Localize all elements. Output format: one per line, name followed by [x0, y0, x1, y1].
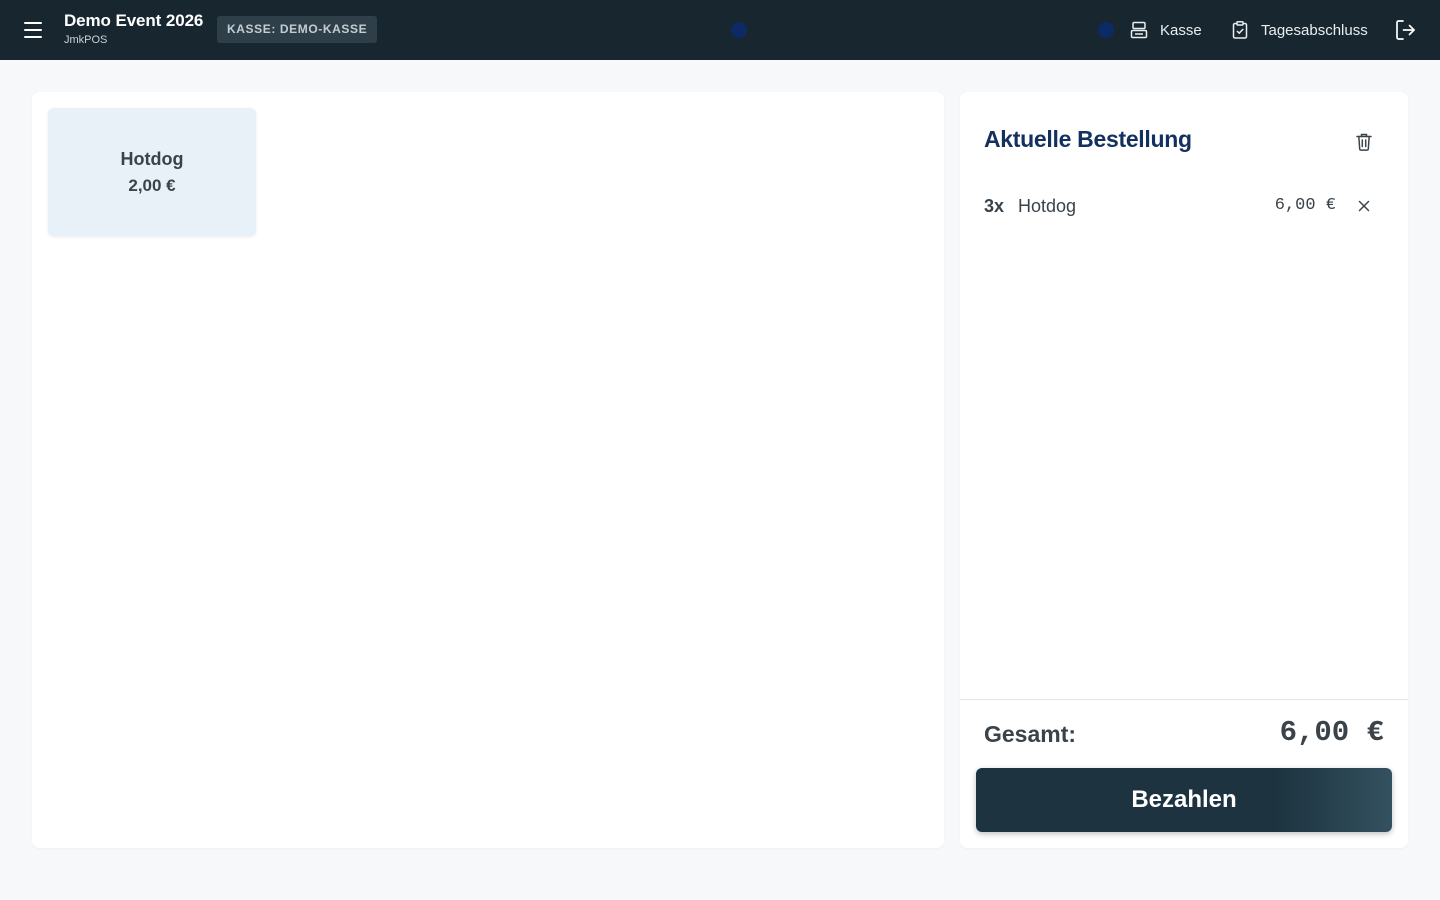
divider — [960, 699, 1408, 700]
pay-button[interactable]: Bezahlen — [976, 768, 1392, 832]
product-tile-hotdog[interactable]: Hotdog 2,00 € — [48, 108, 256, 236]
close-icon — [1358, 200, 1370, 212]
sync-status-indicator — [1098, 22, 1114, 38]
line-price: 6,00 € — [1274, 196, 1336, 215]
product-grid: Hotdog 2,00 € — [32, 92, 944, 848]
clipboard-check-icon — [1232, 21, 1248, 39]
app-name: JmkPOS — [64, 34, 108, 46]
register-badge: KASSE: DEMO-KASSE — [217, 16, 378, 43]
product-name: Hotdog — [120, 148, 184, 169]
nav-daily-closing[interactable]: Tagesabschluss — [1231, 18, 1368, 42]
nav-register-label: Kasse — [1160, 21, 1202, 39]
order-title: Aktuelle Bestellung — [984, 126, 1192, 152]
order-line-item: 3x Hotdog 6,00 € — [984, 193, 1384, 219]
remove-item-button[interactable] — [1356, 198, 1372, 214]
brand: Demo Event 2026 JmkPOS — [64, 11, 203, 47]
top-bar: Demo Event 2026 JmkPOS KASSE: DEMO-KASSE… — [0, 0, 1440, 60]
register-icon — [1130, 21, 1148, 39]
line-quantity: 3x — [984, 196, 1005, 216]
trash-icon — [1356, 133, 1372, 151]
line-name: Hotdog — [1018, 196, 1077, 216]
order-panel: Aktuelle Bestellung 3x Hotdog 6,00 € Ges… — [960, 92, 1408, 848]
connection-status-indicator — [731, 22, 747, 38]
event-title: Demo Event 2026 — [64, 11, 204, 30]
clear-order-button[interactable] — [1355, 132, 1373, 152]
product-price: 2,00 € — [128, 175, 176, 195]
nav-daily-closing-label: Tagesabschluss — [1261, 21, 1368, 39]
logout-button[interactable] — [1395, 18, 1417, 42]
total-value: 6,00 € — [1279, 716, 1384, 749]
logout-icon — [1396, 20, 1415, 40]
menu-icon[interactable] — [22, 18, 46, 42]
total-label: Gesamt: — [984, 721, 1077, 747]
nav-register[interactable]: Kasse — [1130, 18, 1202, 42]
